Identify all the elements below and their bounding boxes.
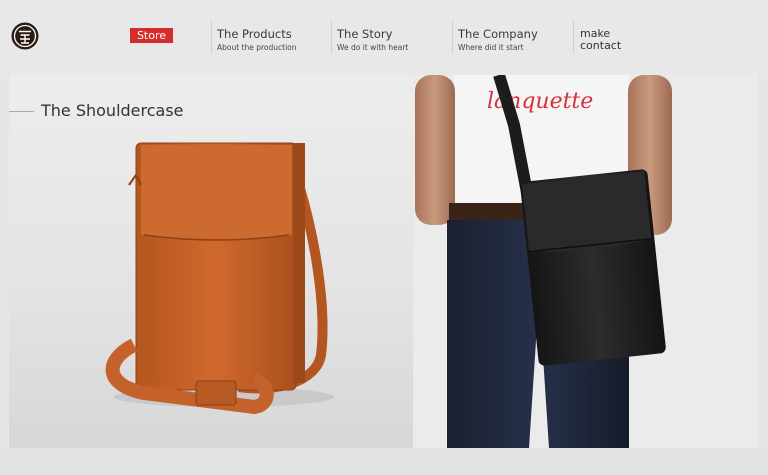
nav-divider	[331, 20, 332, 54]
hero-title: The Shouldercase	[41, 101, 184, 120]
footer-strip	[0, 448, 768, 475]
contact-line-2: contact	[580, 39, 622, 52]
hero-product-illustration: lanquette	[105, 75, 758, 448]
nav-item-products[interactable]: The Products About the production	[217, 27, 297, 53]
contact-link[interactable]: make contact	[580, 28, 621, 52]
nav-item-title: The Company	[458, 27, 538, 41]
nav-item-title: The Story	[337, 27, 393, 41]
nav-divider	[211, 20, 212, 54]
top-navigation-bar: Store The Products About the production …	[0, 0, 768, 75]
nav-item-subtitle: We do it with heart	[337, 43, 409, 52]
nav-item-subtitle: About the production	[217, 43, 297, 52]
nav-item-company[interactable]: The Company Where did it start	[458, 27, 538, 53]
nav-divider	[452, 20, 453, 54]
nav-item-title: The Products	[217, 27, 292, 41]
hero-banner: lanquette The Shouldercase	[9, 75, 758, 448]
title-accent-line	[9, 111, 34, 112]
nav-item-subtitle: Where did it start	[458, 43, 524, 52]
nav-item-story[interactable]: The Story We do it with heart	[337, 27, 408, 53]
nav-divider	[573, 20, 574, 54]
brand-logo-icon[interactable]	[10, 21, 40, 51]
store-button[interactable]: Store	[130, 28, 173, 43]
